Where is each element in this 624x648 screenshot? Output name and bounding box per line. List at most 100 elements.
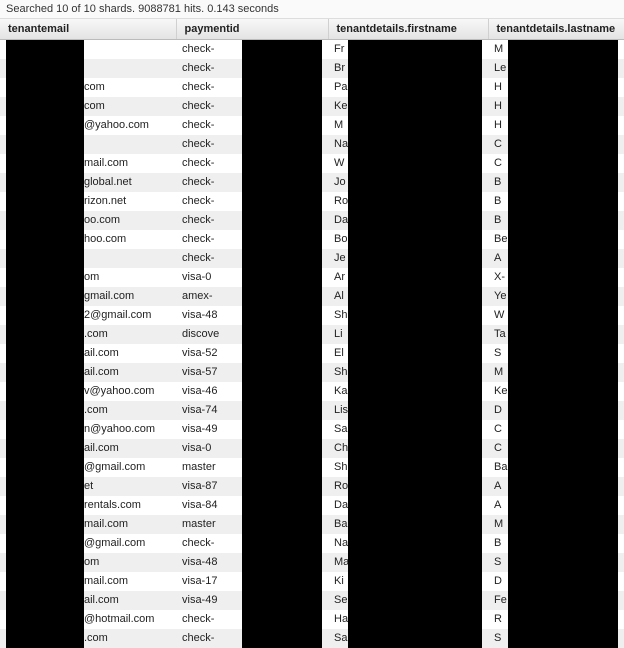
table-row[interactable]: v@yahoo.comvisa-46KaKe: [0, 382, 624, 401]
redaction-block: [348, 629, 482, 648]
cell-visible-text: hoo.com: [84, 233, 126, 245]
redaction-block: [348, 401, 482, 420]
redaction-block: [348, 249, 482, 268]
cell-visible-text: check-: [182, 157, 214, 169]
redaction-block: [508, 268, 618, 287]
column-header-firstname[interactable]: tenantdetails.firstname: [328, 19, 488, 40]
table-row[interactable]: @hotmail.comcheck-HaR: [0, 610, 624, 629]
cell-visible-text: gmail.com: [84, 290, 134, 302]
redaction-block: [242, 59, 322, 78]
redaction-block: [508, 363, 618, 382]
redaction-block: [508, 192, 618, 211]
table-row[interactable]: check-FrM: [0, 40, 624, 59]
redaction-block: [508, 249, 618, 268]
redaction-block: [242, 287, 322, 306]
table-row[interactable]: @yahoo.comcheck-MH: [0, 116, 624, 135]
redaction-block: [6, 496, 84, 515]
table-cell: Fe: [488, 591, 624, 610]
cell-visible-text: check-: [182, 62, 214, 74]
cell-visible-text: mail.com: [84, 575, 128, 587]
table-row[interactable]: mail.commasterBaM: [0, 515, 624, 534]
column-header-lastname[interactable]: tenantdetails.lastname: [488, 19, 624, 40]
table-row[interactable]: @gmail.commasterShBa: [0, 458, 624, 477]
table-cell: @hotmail.com: [0, 610, 176, 629]
redaction-block: [242, 344, 322, 363]
table-row[interactable]: check-JeA: [0, 249, 624, 268]
table-row[interactable]: 2@gmail.comvisa-48ShW: [0, 306, 624, 325]
table-row[interactable]: comcheck-KeH: [0, 97, 624, 116]
table-row[interactable]: .comdiscoveLiTa: [0, 325, 624, 344]
table-cell: rizon.net: [0, 192, 176, 211]
table-cell: Ka: [328, 382, 488, 401]
table-row[interactable]: mail.comvisa-17KiD: [0, 572, 624, 591]
table-cell: master: [176, 458, 328, 477]
table-row[interactable]: .comcheck-SaS: [0, 629, 624, 648]
table-row[interactable]: comcheck-PaH: [0, 78, 624, 97]
table-row[interactable]: etvisa-87RoA: [0, 477, 624, 496]
redaction-block: [508, 477, 618, 496]
redaction-block: [348, 59, 482, 78]
table-cell: Fr: [328, 40, 488, 59]
cell-visible-text: visa-57: [182, 366, 217, 378]
table-row[interactable]: gmail.comamex-AlYe: [0, 287, 624, 306]
redaction-block: [242, 553, 322, 572]
cell-visible-text: Ba: [494, 461, 507, 473]
redaction-block: [508, 78, 618, 97]
cell-visible-text: check-: [182, 537, 214, 549]
column-header-paymentid[interactable]: paymentid: [176, 19, 328, 40]
cell-visible-text: Be: [494, 233, 507, 245]
table-row[interactable]: ail.comvisa-57ShM: [0, 363, 624, 382]
column-header-email[interactable]: tenantemail: [0, 19, 176, 40]
table-cell: discove: [176, 325, 328, 344]
redaction-block: [508, 382, 618, 401]
cell-visible-text: Se: [334, 594, 347, 606]
table-cell: com: [0, 78, 176, 97]
table-row[interactable]: global.netcheck-JoB: [0, 173, 624, 192]
cell-visible-text: S: [494, 347, 501, 359]
table-cell: visa-0: [176, 268, 328, 287]
table-cell: visa-48: [176, 553, 328, 572]
table-row[interactable]: n@yahoo.comvisa-49SaC: [0, 420, 624, 439]
cell-visible-text: Bo: [334, 233, 347, 245]
table-row[interactable]: ail.comvisa-52ElS: [0, 344, 624, 363]
table-cell: W: [328, 154, 488, 173]
table-row[interactable]: ail.comvisa-0ChC: [0, 439, 624, 458]
table-row[interactable]: omvisa-48MaS: [0, 553, 624, 572]
table-cell: W: [488, 306, 624, 325]
table-row[interactable]: omvisa-0ArX-: [0, 268, 624, 287]
redaction-block: [242, 135, 322, 154]
table-row[interactable]: hoo.comcheck-BoBe: [0, 230, 624, 249]
table-cell: global.net: [0, 173, 176, 192]
table-row[interactable]: @gmail.comcheck-NaB: [0, 534, 624, 553]
cell-visible-text: ail.com: [84, 594, 119, 606]
table-cell: Ba: [328, 515, 488, 534]
table-cell: v@yahoo.com: [0, 382, 176, 401]
cell-visible-text: master: [182, 518, 216, 530]
table-row[interactable]: ail.comvisa-49SeFe: [0, 591, 624, 610]
redaction-block: [6, 591, 84, 610]
table-row[interactable]: oo.comcheck-DaB: [0, 211, 624, 230]
cell-visible-text: check-: [182, 176, 214, 188]
cell-visible-text: H: [494, 119, 502, 131]
cell-visible-text: Da: [334, 499, 348, 511]
table-cell: visa-0: [176, 439, 328, 458]
table-row[interactable]: mail.comcheck-WC: [0, 154, 624, 173]
cell-visible-text: Da: [334, 214, 348, 226]
table-row[interactable]: .comvisa-74LisD: [0, 401, 624, 420]
table-cell: @gmail.com: [0, 458, 176, 477]
table-row[interactable]: rentals.comvisa-84DaA: [0, 496, 624, 515]
redaction-block: [348, 553, 482, 572]
redaction-block: [242, 458, 322, 477]
table-cell: Lis: [328, 401, 488, 420]
redaction-block: [242, 477, 322, 496]
cell-visible-text: visa-17: [182, 575, 217, 587]
cell-visible-text: Jo: [334, 176, 346, 188]
redaction-block: [6, 515, 84, 534]
redaction-block: [6, 135, 84, 154]
table-row[interactable]: rizon.netcheck-RoB: [0, 192, 624, 211]
table-row[interactable]: check-BrLe: [0, 59, 624, 78]
redaction-block: [242, 572, 322, 591]
table-cell: rentals.com: [0, 496, 176, 515]
table-row[interactable]: check-NaC: [0, 135, 624, 154]
cell-visible-text: X-: [494, 271, 505, 283]
